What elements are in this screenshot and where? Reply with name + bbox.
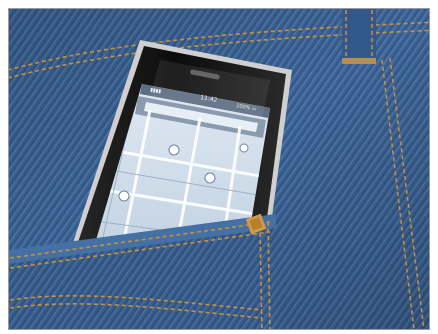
belt-loop <box>342 8 376 64</box>
photo-scene: 11:42 100% ▭ ▮▮▮▮ <box>8 8 430 330</box>
